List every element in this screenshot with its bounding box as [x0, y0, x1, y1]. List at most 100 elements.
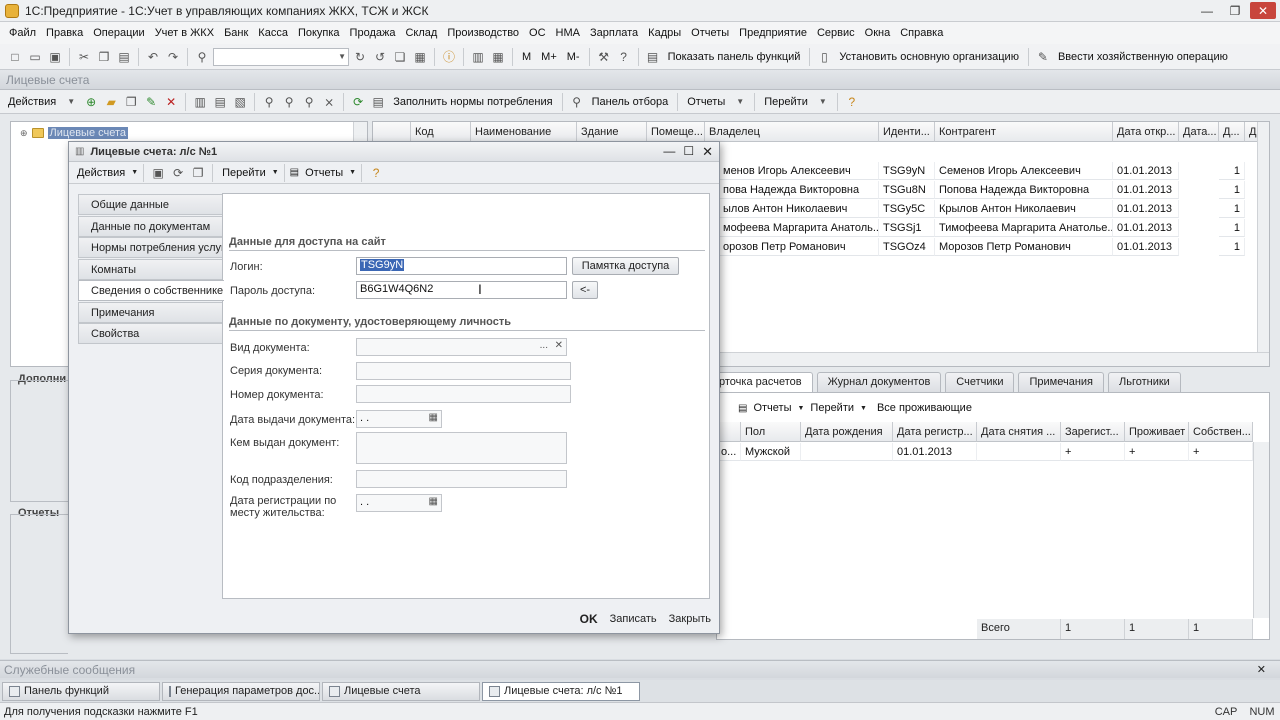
- open-folder-icon[interactable]: ▭: [26, 48, 44, 66]
- grid-scrollbar-v[interactable]: [1257, 122, 1269, 352]
- menu-operations[interactable]: Операции: [88, 22, 149, 44]
- task-function-panel[interactable]: Панель функций: [2, 681, 160, 701]
- menu-edit[interactable]: Правка: [41, 22, 88, 44]
- undo-icon[interactable]: ↶: [144, 48, 162, 66]
- add-folder-icon[interactable]: ▰: [102, 93, 120, 111]
- registered-cell[interactable]: +: [1061, 443, 1125, 461]
- column-header-unreg-date[interactable]: Дата снятия ...: [977, 422, 1061, 442]
- close-button[interactable]: ✕: [1250, 2, 1276, 19]
- issued-by-field[interactable]: [356, 432, 567, 464]
- enter-operation-button[interactable]: Ввести хозяйственную операцию: [1054, 51, 1232, 63]
- expand-icon[interactable]: ⊕: [20, 128, 28, 139]
- menu-salary[interactable]: Зарплата: [585, 22, 643, 44]
- redo-icon[interactable]: ↷: [164, 48, 182, 66]
- minimize-button[interactable]: —: [1194, 2, 1220, 19]
- tab-dialog-notes[interactable]: Примечания: [78, 302, 223, 323]
- column-header-name[interactable]: Наименование: [471, 122, 577, 142]
- birth-date-cell[interactable]: [801, 443, 893, 461]
- lives-cell[interactable]: +: [1125, 443, 1189, 461]
- save-button[interactable]: Записать: [610, 613, 657, 625]
- owner-cell[interactable]: менов Игорь Алексеевич: [719, 162, 879, 180]
- maximize-button[interactable]: ❐: [1222, 2, 1248, 19]
- filter-icon[interactable]: ⚲: [260, 93, 278, 111]
- goto-menu[interactable]: Перейти: [760, 96, 812, 108]
- task-account-dialog[interactable]: Лицевые счета: л/с №1: [482, 681, 640, 701]
- d-cell[interactable]: 1: [1219, 219, 1245, 237]
- filter-list-icon[interactable]: ⚲: [300, 93, 318, 111]
- level-up-icon[interactable]: ▤: [211, 93, 229, 111]
- tab-documents[interactable]: Данные по документам: [78, 216, 223, 237]
- residents-scrollbar[interactable]: [1253, 442, 1269, 618]
- service-messages-close-icon[interactable]: ✕: [1257, 663, 1266, 676]
- identifier-cell[interactable]: TSGOz4: [879, 238, 935, 256]
- edit-icon[interactable]: ✎: [142, 93, 160, 111]
- contractor-cell[interactable]: Тимофеева Маргарита Анатолье...: [935, 219, 1113, 237]
- show-panel-button[interactable]: Показать панель функций: [664, 51, 805, 63]
- column-header-reg-date[interactable]: Дата регистр...: [893, 422, 977, 442]
- dept-code-field[interactable]: [356, 470, 567, 488]
- open-date-cell[interactable]: 01.01.2013: [1113, 162, 1179, 180]
- help-icon[interactable]: ?: [615, 48, 633, 66]
- tab-notes[interactable]: Примечания: [1018, 372, 1104, 392]
- add-icon[interactable]: ⊕: [82, 93, 100, 111]
- memory-minus-button[interactable]: M-: [563, 51, 584, 63]
- open-date-cell[interactable]: 01.01.2013: [1113, 200, 1179, 218]
- owner-cell[interactable]: орозов Петр Романович: [719, 238, 879, 256]
- gender-cell[interactable]: Мужской: [741, 443, 801, 461]
- dialog-goto-menu[interactable]: Перейти: [218, 167, 270, 179]
- menu-enterprise[interactable]: Предприятие: [734, 22, 812, 44]
- memory-plus-button[interactable]: M+: [537, 51, 561, 63]
- menu-housing[interactable]: Учет в ЖКХ: [150, 22, 219, 44]
- column-header-gender[interactable]: Пол: [741, 422, 801, 442]
- menu-bank[interactable]: Банк: [219, 22, 253, 44]
- menu-warehouse[interactable]: Склад: [400, 22, 442, 44]
- open-date-cell[interactable]: 01.01.2013: [1113, 219, 1179, 237]
- reg-date-field[interactable]: . . ▦: [356, 494, 442, 512]
- save-icon[interactable]: ▣: [46, 48, 64, 66]
- memory-button[interactable]: M: [518, 51, 535, 63]
- identifier-cell[interactable]: TSGSj1: [879, 219, 935, 237]
- copy-icon[interactable]: ❐: [95, 48, 113, 66]
- column-header-owner[interactable]: Собствен...: [1189, 422, 1253, 442]
- clear-icon[interactable]: ✕: [555, 340, 563, 351]
- info-icon[interactable]: ⓘ: [440, 48, 458, 66]
- contractor-cell[interactable]: Попова Надежда Викторовна: [935, 181, 1113, 199]
- residents-reports-menu[interactable]: Отчеты: [753, 402, 791, 414]
- column-header-registered[interactable]: Зарегист...: [1061, 422, 1125, 442]
- d-cell[interactable]: 1: [1219, 200, 1245, 218]
- menu-file[interactable]: Файл: [4, 22, 41, 44]
- login-field[interactable]: TSG9yN: [356, 257, 567, 275]
- password-field[interactable]: B6G1W4Q6N2: [356, 281, 567, 299]
- paste-icon[interactable]: ▤: [115, 48, 133, 66]
- tab-doc-journal[interactable]: Журнал документов: [816, 372, 942, 392]
- menu-intangibles[interactable]: НМА: [551, 22, 585, 44]
- dialog-maximize-button[interactable]: ☐: [683, 144, 694, 160]
- reread-icon[interactable]: ⟳: [169, 164, 187, 182]
- unreg-date-cell[interactable]: [977, 443, 1061, 461]
- search-icon[interactable]: ⚲: [193, 48, 211, 66]
- clear-filter-icon[interactable]: ⨯: [320, 93, 338, 111]
- tree-root-item[interactable]: ⊕ Лицевые счета: [20, 126, 129, 140]
- column-header[interactable]: [717, 422, 741, 442]
- column-header-date[interactable]: Дата...: [1179, 122, 1219, 142]
- ok-button[interactable]: OK: [580, 612, 598, 626]
- calendar-icon[interactable]: ▦: [429, 412, 438, 423]
- column-header-contractor[interactable]: Контрагент: [935, 122, 1113, 142]
- calendar-icon[interactable]: ▦: [429, 496, 438, 507]
- hierarchy-icon[interactable]: ▥: [191, 93, 209, 111]
- resident-cell[interactable]: о...: [717, 443, 741, 461]
- calculator-icon[interactable]: ▥: [469, 48, 487, 66]
- menu-fixed-assets[interactable]: ОС: [524, 22, 551, 44]
- copy-icon[interactable]: ❐: [122, 93, 140, 111]
- menu-production[interactable]: Производство: [442, 22, 524, 44]
- owner-flag-cell[interactable]: +: [1189, 443, 1253, 461]
- d-cell[interactable]: 1: [1219, 181, 1245, 199]
- column-header-identifier[interactable]: Иденти...: [879, 122, 935, 142]
- d-cell[interactable]: 1: [1219, 238, 1245, 256]
- copy-window-icon[interactable]: ❏: [391, 48, 409, 66]
- column-header-open-date[interactable]: Дата откр...: [1113, 122, 1179, 142]
- save-close-icon[interactable]: ▣: [149, 164, 167, 182]
- tab-meters[interactable]: Счетчики: [945, 372, 1015, 392]
- reports-menu[interactable]: Отчеты: [683, 96, 729, 108]
- identifier-cell[interactable]: TSGy5C: [879, 200, 935, 218]
